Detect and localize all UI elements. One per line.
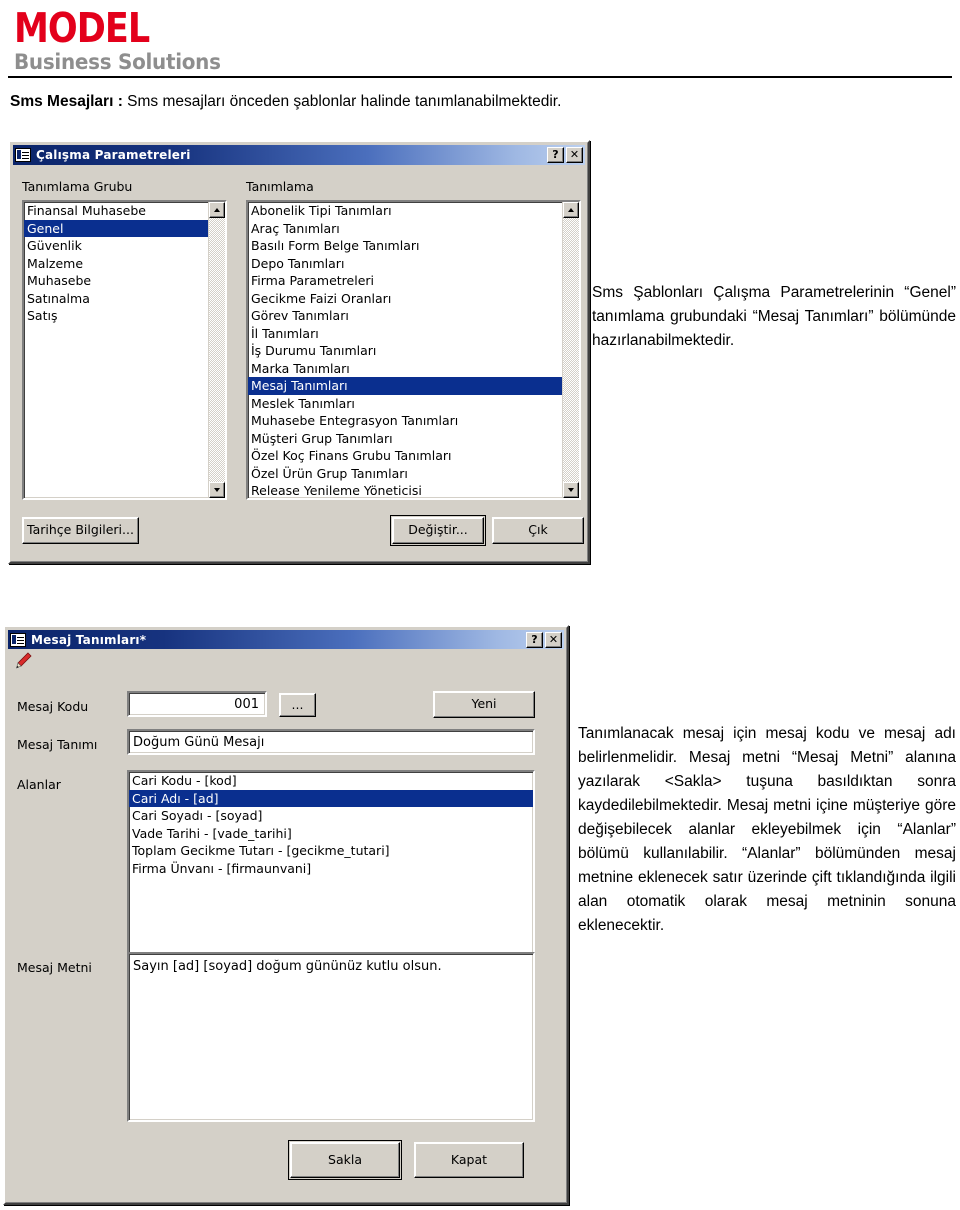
tanimlama-label: Tanımlama: [246, 179, 314, 194]
list-item[interactable]: Mesaj Tanımları: [248, 377, 562, 395]
header-divider: [8, 76, 952, 78]
list-item[interactable]: Muhasebe: [24, 272, 208, 290]
dialog2-title-bar[interactable]: Mesaj Tanımları* ? ✕: [8, 630, 564, 650]
close-icon[interactable]: ✕: [545, 632, 562, 648]
intro-lead-label: Sms Mesajları :: [10, 93, 123, 110]
pencil-icon[interactable]: [15, 652, 33, 670]
list-item[interactable]: Finansal Muhasebe: [24, 202, 208, 220]
dialog2-title: Mesaj Tanımları*: [31, 633, 147, 647]
list-item[interactable]: Cari Soyadı - [soyad]: [129, 807, 533, 825]
definition-list-viewport: Abonelik Tipi Tanımları Araç Tanımları B…: [248, 202, 562, 498]
mesaj-tanimi-label: Mesaj Tanımı: [17, 737, 98, 752]
group-list-scrollbar[interactable]: [208, 202, 225, 498]
tanimlama-grubu-label: Tanımlama Grubu: [22, 179, 133, 194]
list-item[interactable]: Özel Ürün Grup Tanımları: [248, 465, 562, 483]
description-2-text: Tanımlanacak mesaj için mesaj kodu ve me…: [578, 725, 956, 934]
list-item[interactable]: Satınalma: [24, 290, 208, 308]
alanlar-label: Alanlar: [17, 777, 61, 792]
window-form-icon: [10, 633, 26, 647]
close-icon[interactable]: ✕: [566, 147, 583, 163]
list-item[interactable]: Toplam Gecikme Tutarı - [gecikme_tutari]: [129, 842, 533, 860]
fields-list-viewport: Cari Kodu - [kod] Cari Adı - [ad] Cari S…: [129, 772, 533, 959]
dialog1-inner-frame: Çalışma Parametreleri ? ✕ Tanımlama Grub…: [10, 142, 588, 562]
degistir-label: Değiştir...: [408, 522, 468, 538]
dialog1-title-bar[interactable]: Çalışma Parametreleri ? ✕: [13, 145, 585, 165]
help-icon[interactable]: ?: [526, 632, 543, 648]
description-paragraph-2: Tanımlanacak mesaj için mesaj kodu ve me…: [578, 722, 956, 938]
help-icon[interactable]: ?: [547, 147, 564, 163]
logo-wordmark: MODEL: [14, 4, 150, 52]
list-item[interactable]: Cari Kodu - [kod]: [129, 772, 533, 790]
list-item[interactable]: Gecikme Faizi Oranları: [248, 290, 562, 308]
mesaj-tanimi-input[interactable]: Doğum Günü Mesajı: [127, 729, 535, 755]
mesaj-metni-value: Sayın [ad] [soyad] doğum gününüz kutlu o…: [133, 959, 442, 974]
scroll-up-icon[interactable]: [209, 202, 225, 218]
intro-paragraph: Sms Mesajları : Sms mesajları önceden şa…: [10, 92, 950, 112]
dialog1-title-buttons: ? ✕: [547, 147, 583, 163]
list-item[interactable]: Depo Tanımları: [248, 255, 562, 273]
mesaj-metni-textarea[interactable]: Sayın [ad] [soyad] doğum gününüz kutlu o…: [127, 952, 535, 1122]
logo-tagline: Business Solutions: [14, 50, 221, 74]
sakla-button[interactable]: Sakla: [288, 1140, 402, 1180]
list-item[interactable]: Release Yenileme Yöneticisi: [248, 482, 562, 498]
mesaj-kodu-input[interactable]: 001: [127, 691, 267, 717]
list-item[interactable]: Genel: [24, 219, 208, 237]
intro-body-text: Sms mesajları önceden şablonlar halinde …: [122, 93, 562, 110]
list-item[interactable]: Cari Adı - [ad]: [129, 789, 533, 807]
mesaj-kodu-value: 001: [234, 697, 259, 712]
yeni-button[interactable]: Yeni: [433, 691, 535, 718]
list-item[interactable]: Muhasebe Entegrasyon Tanımları: [248, 412, 562, 430]
cik-label: Çık: [528, 522, 548, 538]
list-item[interactable]: Vade Tarihi - [vade_tarihi]: [129, 825, 533, 843]
tanimlama-grubu-listbox[interactable]: Finansal Muhasebe Genel Güvenlik Malzeme…: [22, 200, 227, 500]
dialog2-toolbar: [7, 649, 565, 675]
mesaj-tanimlari-dialog[interactable]: Mesaj Tanımları* ? ✕ Mesaj Kodu 001 ... …: [3, 625, 569, 1205]
scroll-up-icon[interactable]: [563, 202, 579, 218]
dialog1-title: Çalışma Parametreleri: [36, 148, 191, 162]
list-item[interactable]: İl Tanımları: [248, 325, 562, 343]
yeni-label: Yeni: [471, 696, 497, 712]
mesaj-kodu-browse-button[interactable]: ...: [279, 693, 316, 717]
page-header: MODEL Business Solutions: [0, 0, 960, 80]
group-list-viewport: Finansal Muhasebe Genel Güvenlik Malzeme…: [24, 202, 208, 498]
window-form-icon: [15, 148, 31, 162]
sakla-label: Sakla: [328, 1151, 362, 1167]
description-1-text: Sms Şablonları Çalışma Parametrelerinin …: [592, 284, 956, 349]
list-item[interactable]: Basılı Form Belge Tanımları: [248, 237, 562, 255]
dialog2-title-buttons: ? ✕: [526, 632, 562, 648]
tarihce-bilgileri-button[interactable]: Tarihçe Bilgileri...: [22, 517, 139, 544]
browse-label: ...: [291, 696, 304, 712]
scroll-down-icon[interactable]: [209, 482, 225, 498]
list-item[interactable]: Meslek Tanımları: [248, 395, 562, 413]
list-item[interactable]: Güvenlik: [24, 237, 208, 255]
definition-list-scrollbar[interactable]: [562, 202, 579, 498]
mesaj-metni-label: Mesaj Metni: [17, 960, 92, 975]
tarihce-bilgileri-label: Tarihçe Bilgileri...: [27, 522, 134, 538]
list-item[interactable]: Firma Parametreleri: [248, 272, 562, 290]
list-item[interactable]: Marka Tanımları: [248, 360, 562, 378]
list-item[interactable]: Abonelik Tipi Tanımları: [248, 202, 562, 220]
company-logo: MODEL Business Solutions: [14, 6, 232, 74]
description-paragraph-1: Sms Şablonları Çalışma Parametrelerinin …: [592, 281, 956, 353]
list-item[interactable]: Özel Koç Finans Grubu Tanımları: [248, 447, 562, 465]
list-item[interactable]: Firma Ünvanı - [firmaunvani]: [129, 860, 533, 878]
list-item[interactable]: Görev Tanımları: [248, 307, 562, 325]
alanlar-listbox[interactable]: Cari Kodu - [kod] Cari Adı - [ad] Cari S…: [127, 770, 535, 961]
list-item[interactable]: İş Durumu Tanımları: [248, 342, 562, 360]
scroll-down-icon[interactable]: [563, 482, 579, 498]
list-item[interactable]: Satış: [24, 307, 208, 325]
list-item[interactable]: Müşteri Grup Tanımları: [248, 430, 562, 448]
mesaj-tanimi-value: Doğum Günü Mesajı: [133, 735, 265, 750]
kapat-button[interactable]: Kapat: [414, 1142, 524, 1178]
calisma-parametreleri-dialog[interactable]: Çalışma Parametreleri ? ✕ Tanımlama Grub…: [8, 140, 590, 564]
list-item[interactable]: Malzeme: [24, 255, 208, 273]
kapat-label: Kapat: [450, 1151, 488, 1167]
cik-button[interactable]: Çık: [492, 517, 584, 544]
degistir-button[interactable]: Değiştir...: [390, 515, 486, 546]
tanimlama-listbox[interactable]: Abonelik Tipi Tanımları Araç Tanımları B…: [246, 200, 581, 500]
list-item[interactable]: Araç Tanımları: [248, 220, 562, 238]
dialog2-inner-frame: Mesaj Tanımları* ? ✕ Mesaj Kodu 001 ... …: [5, 627, 567, 1203]
mesaj-kodu-label: Mesaj Kodu: [17, 699, 89, 714]
